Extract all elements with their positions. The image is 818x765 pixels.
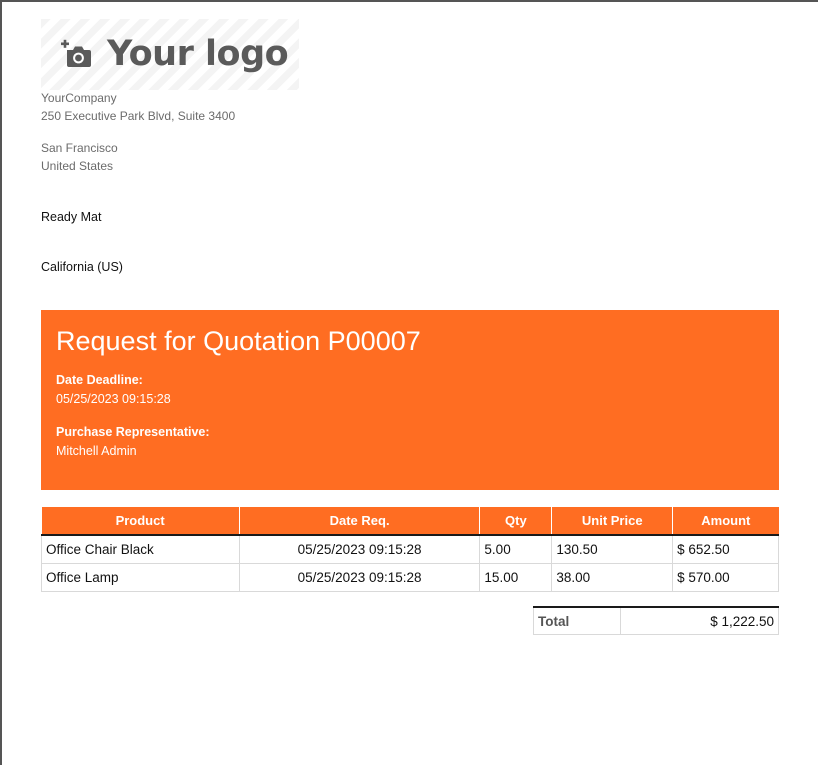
- company-name: YourCompany: [41, 91, 117, 105]
- cell-date-req: 05/25/2023 09:15:28: [238, 534, 481, 564]
- cell-qty: 5.00: [479, 534, 553, 564]
- cell-unit-price: 130.50: [551, 534, 674, 564]
- cell-unit-price: 38.00: [551, 563, 674, 592]
- header-unit-price: Unit Price: [551, 507, 674, 536]
- total-row: Total $ 1,222.50: [533, 607, 779, 635]
- company-street: 250 Executive Park Blvd, Suite 3400: [41, 109, 236, 123]
- cell-product: Office Lamp: [41, 563, 240, 592]
- header-date-req: Date Req.: [239, 507, 481, 536]
- camera-plus-icon: [61, 39, 91, 67]
- deadline-value: 05/25/2023 09:15:28: [56, 392, 171, 406]
- totals-table: Total $ 1,222.50: [533, 606, 779, 635]
- cell-amount: $ 652.50: [672, 534, 779, 564]
- table-header-row: Product Date Req. Qty Unit Price Amount: [41, 507, 779, 536]
- vendor-region: California (US): [41, 260, 123, 274]
- company-country: United States: [41, 159, 114, 173]
- total-label: Total: [533, 607, 621, 635]
- representative-label: Purchase Representative:: [56, 425, 210, 439]
- header-qty: Qty: [479, 507, 553, 536]
- company-address: YourCompany 250 Executive Park Blvd, Sui…: [41, 89, 235, 175]
- representative-value: Mitchell Admin: [56, 444, 137, 458]
- table-row: Office Chair Black 05/25/2023 09:15:28 5…: [41, 534, 779, 564]
- page-top-border: [0, 0, 818, 2]
- rfq-banner: Request for Quotation P00007 Date Deadli…: [41, 310, 779, 490]
- cell-amount: $ 570.00: [672, 563, 779, 592]
- deadline-label: Date Deadline:: [56, 373, 143, 387]
- cell-qty: 15.00: [479, 563, 553, 592]
- total-value: $ 1,222.50: [620, 607, 779, 635]
- header-product: Product: [41, 507, 240, 536]
- cell-product: Office Chair Black: [41, 534, 240, 564]
- logo-text: Your logo: [107, 34, 289, 74]
- page-left-border: [0, 0, 2, 765]
- company-city: San Francisco: [41, 141, 118, 155]
- order-lines-table: Product Date Req. Qty Unit Price Amount …: [41, 507, 779, 592]
- company-logo: Your logo: [41, 19, 299, 90]
- cell-date-req: 05/25/2023 09:15:28: [238, 563, 481, 592]
- vendor-name: Ready Mat: [41, 210, 102, 224]
- table-row: Office Lamp 05/25/2023 09:15:28 15.00 38…: [41, 563, 779, 592]
- header-amount: Amount: [672, 507, 779, 536]
- rfq-title: Request for Quotation P00007: [56, 326, 421, 356]
